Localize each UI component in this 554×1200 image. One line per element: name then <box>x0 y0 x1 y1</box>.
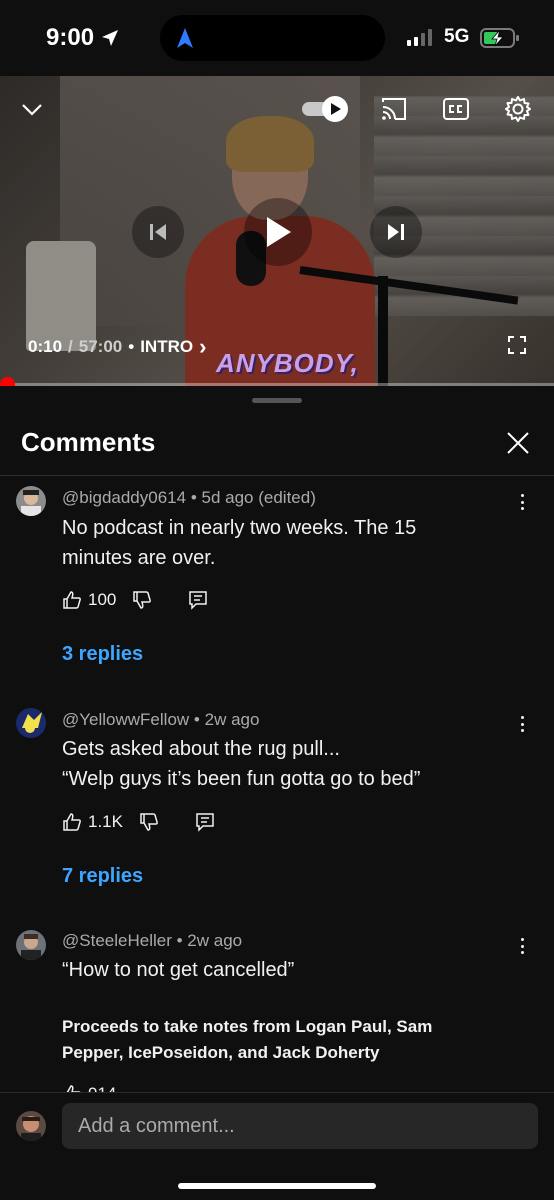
comment-timestamp: 2w ago <box>187 931 243 950</box>
comment-timestamp: 2w ago <box>204 710 260 729</box>
video-player[interactable]: ANYBODY, 0:10 / 57:00 • INTRO › <box>0 76 554 386</box>
location-arrow-icon <box>102 30 119 46</box>
comment-timestamp: 5d ago (edited) <box>201 488 316 507</box>
add-comment-bar <box>0 1092 554 1200</box>
view-replies-button[interactable]: 3 replies <box>62 643 143 666</box>
chevron-down-icon <box>22 104 42 116</box>
comment-actions: 100 <box>62 588 208 612</box>
next-icon <box>388 224 404 240</box>
reply-icon[interactable] <box>195 812 215 832</box>
avatar-image <box>16 1111 46 1141</box>
meta-separator: • <box>190 488 197 507</box>
like-count: 1.1K <box>88 812 123 831</box>
chapter-chevron-icon: › <box>199 334 207 359</box>
add-comment-input[interactable] <box>62 1103 538 1149</box>
status-bar: 9:00 5G <box>0 0 554 76</box>
navigation-arrow-icon <box>177 28 193 48</box>
battery-charging-icon <box>480 28 519 48</box>
closed-captions-icon <box>443 98 469 120</box>
comment-meta: @bigdaddy0614 • 5d ago (edited) <box>62 488 316 508</box>
avatar-image <box>16 930 46 960</box>
comment-author[interactable]: @bigdaddy0614 <box>62 488 186 507</box>
meta-separator: • <box>176 931 183 950</box>
progress-scrubber[interactable] <box>0 377 15 386</box>
current-time: 0:10 <box>28 337 63 356</box>
video-overlay-caption: ANYBODY, <box>216 348 359 378</box>
sheet-drag-handle[interactable] <box>252 398 302 403</box>
comment-text: “How to not get cancelled” <box>62 959 295 981</box>
autoplay-toggle[interactable] <box>300 94 350 124</box>
progress-bar[interactable] <box>0 383 554 386</box>
comment-text-line-2: “Welp guys it’s been fun gotta go to bed… <box>62 768 421 790</box>
time-separator: / <box>68 337 73 356</box>
cellular-signal-icon <box>407 28 432 46</box>
video-duration: 57:00 <box>78 337 123 356</box>
meta-separator: • <box>193 710 200 729</box>
comment-author[interactable]: @SteeleHeller <box>62 931 172 950</box>
comment-text: No podcast in nearly two weeks. The 15 m… <box>62 517 417 569</box>
status-time: 9:00 <box>46 24 120 52</box>
header-divider <box>0 475 554 476</box>
status-time-text: 9:00 <box>46 24 95 51</box>
avatar[interactable] <box>16 930 46 960</box>
minimize-button[interactable] <box>20 98 44 122</box>
close-comments-button[interactable] <box>504 429 532 457</box>
fullscreen-button[interactable] <box>506 334 528 356</box>
video-time-and-chapter[interactable]: 0:10 / 57:00 • INTRO › <box>28 334 206 360</box>
thumbs-down-icon[interactable] <box>132 590 152 610</box>
avatar[interactable] <box>16 486 46 516</box>
settings-button[interactable] <box>503 94 533 124</box>
chapter-title: INTRO <box>140 337 194 356</box>
comment-actions: 1.1K <box>62 810 215 834</box>
thumbs-down-icon[interactable] <box>139 812 159 832</box>
view-replies-button[interactable]: 7 replies <box>62 865 143 888</box>
cast-icon <box>382 98 406 120</box>
comment-text-line-1: Gets asked about the rug pull... <box>62 738 340 760</box>
avatar[interactable] <box>16 708 46 738</box>
comment-meta: @SteeleHeller • 2w ago <box>62 931 242 951</box>
thumbs-up-icon[interactable] <box>62 812 82 832</box>
fullscreen-icon <box>508 336 526 354</box>
next-video-button[interactable] <box>370 206 422 258</box>
network-type: 5G <box>444 26 470 47</box>
like-count: 100 <box>88 590 117 609</box>
settings-gear-icon <box>505 96 531 122</box>
comment-more-button[interactable] <box>514 490 530 514</box>
comment-more-button[interactable] <box>514 712 530 736</box>
home-indicator[interactable] <box>178 1183 376 1189</box>
cast-button[interactable] <box>379 94 409 124</box>
thumbs-up-icon[interactable] <box>62 590 82 610</box>
reply-icon[interactable] <box>188 590 208 610</box>
previous-icon <box>150 224 166 240</box>
avatar-image <box>16 708 46 738</box>
avatar-image <box>16 486 46 516</box>
comment-meta: @YellowwFellow • 2w ago <box>62 710 259 730</box>
previous-video-button[interactable] <box>132 206 184 258</box>
play-icon <box>267 217 291 247</box>
current-user-avatar <box>16 1111 46 1141</box>
comment-author[interactable]: @YellowwFellow <box>62 710 189 729</box>
autoplay-toggle-icon <box>302 96 348 122</box>
play-pause-button[interactable] <box>244 198 312 266</box>
comments-title: Comments <box>21 427 156 457</box>
captions-button[interactable] <box>442 96 470 122</box>
close-icon <box>507 432 529 454</box>
comment-text-bold: Proceeds to take notes from Logan Paul, … <box>62 1017 433 1062</box>
chapter-separator: • <box>128 337 135 356</box>
